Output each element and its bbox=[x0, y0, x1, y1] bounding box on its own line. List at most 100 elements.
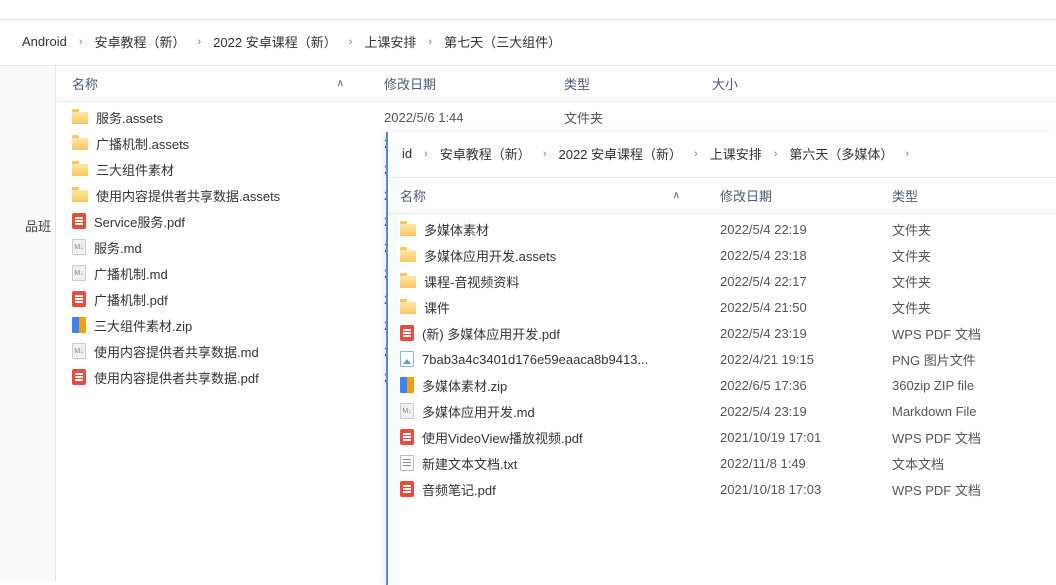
file-type: 文件夹 bbox=[564, 108, 712, 127]
breadcrumb-item[interactable]: id bbox=[398, 144, 416, 163]
file-row[interactable]: 音频笔记.pdf 2021/10/18 17:03WPS PDF 文档 bbox=[388, 476, 1056, 502]
sort-asc-icon[interactable]: ∧ bbox=[673, 190, 680, 201]
file-name: 课程-音视频资料 bbox=[424, 272, 519, 291]
pdf-icon bbox=[400, 481, 414, 497]
folder-icon bbox=[400, 250, 416, 262]
file-date: 2022/5/4 21:50 bbox=[720, 300, 892, 315]
file-name: 多媒体素材.zip bbox=[422, 376, 507, 395]
file-name: 使用VideoView播放视频.pdf bbox=[422, 428, 583, 447]
md-icon bbox=[400, 403, 414, 419]
file-type: PNG 图片文件 bbox=[892, 350, 1052, 369]
png-icon bbox=[400, 351, 414, 367]
column-date-header[interactable]: 修改日期 bbox=[384, 77, 436, 92]
folder-icon bbox=[400, 224, 416, 236]
breadcrumb-item[interactable]: 2022 安卓课程（新） bbox=[554, 142, 686, 165]
column-name-header[interactable]: 名称 bbox=[400, 186, 426, 205]
file-name: 音频笔记.pdf bbox=[422, 480, 496, 499]
file-row[interactable]: 7bab3a4c3401d176e59eaaca8b9413...2022/4/… bbox=[388, 346, 1056, 372]
file-date: 2022/11/8 1:49 bbox=[720, 456, 892, 471]
breadcrumb-item[interactable]: 安卓教程（新） bbox=[436, 142, 535, 165]
folder-icon bbox=[72, 164, 88, 176]
folder-icon bbox=[72, 138, 88, 150]
breadcrumb-item[interactable]: 安卓教程（新） bbox=[90, 30, 189, 53]
breadcrumb-item[interactable]: 2022 安卓课程（新） bbox=[209, 30, 341, 53]
file-name: 课件 bbox=[424, 298, 450, 317]
toolbar-strip bbox=[0, 0, 1056, 20]
md-icon bbox=[72, 239, 86, 255]
file-row[interactable]: 新建文本文档.txt2022/11/8 1:49文本文档 bbox=[388, 450, 1056, 476]
file-row[interactable]: 使用VideoView播放视频.pdf 2021/10/19 17:01WPS P… bbox=[388, 424, 1056, 450]
file-row[interactable]: 多媒体应用开发.assets 2022/5/4 23:18文件夹 bbox=[388, 242, 1056, 268]
folder-icon bbox=[400, 276, 416, 288]
chevron-right-icon: › bbox=[768, 148, 784, 160]
file-row[interactable]: 服务.assets2022/5/6 1:44文件夹 bbox=[56, 104, 1056, 130]
file-row[interactable]: 多媒体素材.zip 2022/6/5 17:36360zip ZIP file bbox=[388, 372, 1056, 398]
file-name: 三大组件素材 bbox=[96, 160, 174, 179]
breadcrumb-item[interactable]: 上课安排 bbox=[706, 142, 766, 165]
breadcrumb-item[interactable]: Android bbox=[18, 32, 71, 51]
file-name: 多媒体应用开发.md bbox=[422, 402, 535, 421]
column-size-header[interactable]: 大小 bbox=[712, 77, 738, 92]
column-type-header[interactable]: 类型 bbox=[892, 189, 918, 204]
file-type: WPS PDF 文档 bbox=[892, 324, 1052, 343]
file-row[interactable]: 课程-音视频资料2022/5/4 22:17文件夹 bbox=[388, 268, 1056, 294]
window-2: id›安卓教程（新）›2022 安卓课程（新）›上课安排›第六天（多媒体）› 名… bbox=[386, 132, 1056, 585]
file-type: 360zip ZIP file bbox=[892, 378, 1052, 393]
breadcrumb-item[interactable]: 上课安排 bbox=[360, 30, 420, 53]
column-date-header[interactable]: 修改日期 bbox=[720, 189, 772, 204]
file-name: 三大组件素材.zip bbox=[94, 316, 192, 335]
file-list: 多媒体素材2022/5/4 22:19文件夹多媒体应用开发.assets 2022… bbox=[388, 214, 1056, 502]
file-type: WPS PDF 文档 bbox=[892, 480, 1052, 499]
sort-asc-icon[interactable]: ∧ bbox=[337, 78, 344, 89]
column-type-header[interactable]: 类型 bbox=[564, 77, 590, 92]
file-date: 2021/10/18 17:03 bbox=[720, 482, 892, 497]
chevron-right-icon: › bbox=[899, 148, 915, 160]
file-date: 2022/5/4 22:19 bbox=[720, 222, 892, 237]
file-name: 使用内容提供者共享数据.pdf bbox=[94, 368, 259, 387]
file-name: Service服务.pdf bbox=[94, 212, 185, 231]
file-date: 2022/6/5 17:36 bbox=[720, 378, 892, 393]
file-type: 文件夹 bbox=[892, 298, 1052, 317]
breadcrumb-item[interactable]: 第六天（多媒体） bbox=[785, 142, 897, 165]
file-date: 2022/5/4 23:19 bbox=[720, 404, 892, 419]
file-date: 2022/5/4 23:18 bbox=[720, 248, 892, 263]
file-type: 文件夹 bbox=[892, 246, 1052, 265]
sidebar-label: 品班 bbox=[0, 216, 51, 235]
file-date: 2021/10/19 17:01 bbox=[720, 430, 892, 445]
file-row[interactable]: 多媒体素材2022/5/4 22:19文件夹 bbox=[388, 216, 1056, 242]
breadcrumb-item[interactable]: 第七天（三大组件） bbox=[440, 30, 565, 53]
pdf-icon bbox=[72, 213, 86, 229]
file-row[interactable]: 多媒体应用开发.md2022/5/4 23:19Markdown File bbox=[388, 398, 1056, 424]
file-row[interactable]: (新) 多媒体应用开发.pdf 2022/5/4 23:19WPS PDF 文档 bbox=[388, 320, 1056, 346]
file-name: 多媒体应用开发.assets bbox=[424, 246, 556, 265]
pdf-icon bbox=[72, 369, 86, 385]
file-type: WPS PDF 文档 bbox=[892, 428, 1052, 447]
file-name: (新) 多媒体应用开发.pdf bbox=[422, 324, 560, 343]
column-name-header[interactable]: 名称 bbox=[72, 74, 98, 93]
md-icon bbox=[72, 265, 86, 281]
file-date: 2022/5/4 23:19 bbox=[720, 326, 892, 341]
file-date: 2022/4/21 19:15 bbox=[720, 352, 892, 367]
pdf-icon bbox=[400, 325, 414, 341]
file-type: 文件夹 bbox=[892, 220, 1052, 239]
zip-icon bbox=[72, 317, 86, 333]
columns-header[interactable]: 名称 ∧ 修改日期 类型 bbox=[388, 178, 1056, 214]
breadcrumb[interactable]: id›安卓教程（新）›2022 安卓课程（新）›上课安排›第六天（多媒体）› bbox=[388, 132, 1056, 178]
file-name: 广播机制.pdf bbox=[94, 290, 168, 309]
file-type: 文本文档 bbox=[892, 454, 1052, 473]
chevron-right-icon: › bbox=[688, 148, 704, 160]
pdf-icon bbox=[400, 429, 414, 445]
file-row[interactable]: 课件 2022/5/4 21:50文件夹 bbox=[388, 294, 1056, 320]
pdf-icon bbox=[72, 291, 86, 307]
file-name: 使用内容提供者共享数据.md bbox=[94, 342, 259, 361]
chevron-right-icon: › bbox=[422, 36, 438, 48]
sidebar[interactable]: 品班 bbox=[0, 66, 56, 581]
file-name: 广播机制.assets bbox=[96, 134, 189, 153]
columns-header[interactable]: 名称 ∧ 修改日期 类型 大小 bbox=[56, 66, 1056, 102]
breadcrumb[interactable]: Android›安卓教程（新）›2022 安卓课程（新）›上课安排›第七天（三大… bbox=[0, 20, 1056, 66]
file-name: 使用内容提供者共享数据.assets bbox=[96, 186, 280, 205]
chevron-right-icon: › bbox=[537, 148, 553, 160]
file-type: 文件夹 bbox=[892, 272, 1052, 291]
file-name: 服务.md bbox=[94, 238, 142, 257]
file-date: 2022/5/6 1:44 bbox=[384, 110, 564, 125]
